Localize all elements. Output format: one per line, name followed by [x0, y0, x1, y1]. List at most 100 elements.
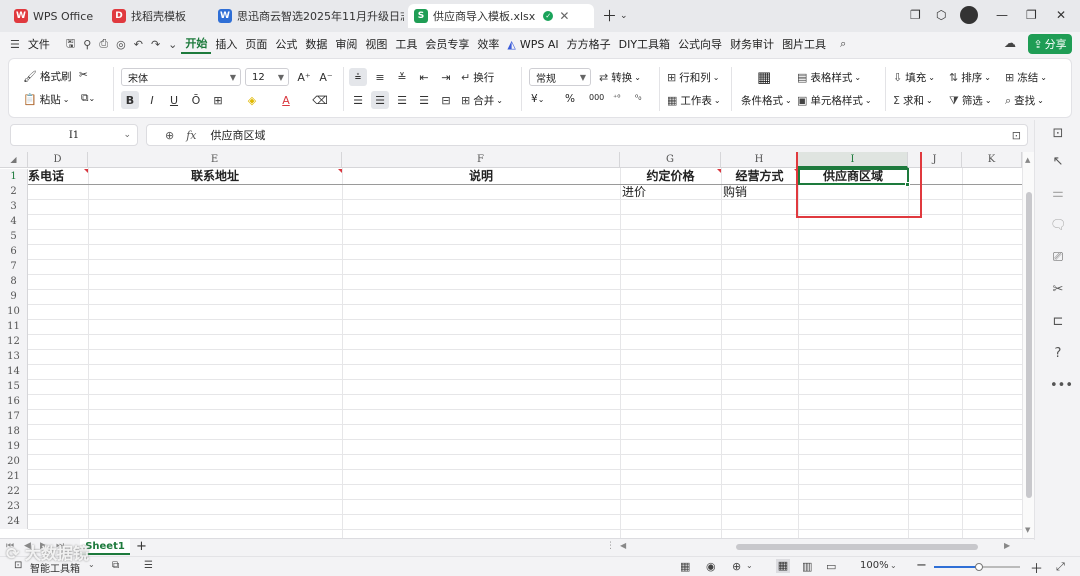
wrap-text-button[interactable]: ↵ 换行 [461, 70, 494, 85]
percent-format-button[interactable]: % [565, 93, 575, 105]
convert-button[interactable]: ⇄ 转换 ⌄ [599, 70, 641, 85]
font-color-icon[interactable]: A [277, 91, 295, 109]
cell-g2[interactable]: 进价 [620, 185, 646, 200]
row-header[interactable]: 6 [0, 244, 28, 259]
save-icon[interactable]: 🖫 [62, 35, 79, 54]
paste-button[interactable]: 📋 粘贴 ⌄ [23, 92, 69, 107]
row-header[interactable]: 17 [0, 409, 28, 424]
format-painter-button[interactable]: 🖌 格式刷 [23, 69, 71, 84]
indent-decrease-icon[interactable]: ⇤ [415, 68, 433, 86]
decimal-decrease-icon[interactable]: ⁰₀ [635, 93, 641, 102]
row-header[interactable]: 22 [0, 484, 28, 499]
menu-tools[interactable]: 工具 [391, 36, 421, 52]
splitter-icon[interactable]: ⋮ [606, 541, 615, 551]
cell-e1[interactable]: 联系地址 [88, 169, 342, 184]
sort-button[interactable]: ⇅ 排序 ⌄ [949, 70, 991, 85]
cut-icon[interactable]: ✂ [79, 69, 88, 81]
cloud-sync-icon[interactable]: ☁ [1004, 36, 1016, 50]
number-format-select[interactable]: 常规 ▼ [529, 68, 591, 86]
fx-icon[interactable]: fx [186, 129, 196, 142]
row-header[interactable]: 2 [0, 184, 28, 199]
menu-data[interactable]: 数据 [301, 36, 331, 52]
fill-color-icon[interactable]: ◈ [243, 91, 261, 109]
row-header[interactable]: 20 [0, 454, 28, 469]
col-header-f[interactable]: F [342, 152, 620, 168]
currency-format-button[interactable]: ¥ ⌄ [531, 93, 544, 105]
tab-supplier-template[interactable]: S 供应商导入模板.xlsx ✓ ✕ [408, 4, 594, 28]
col-header-g[interactable]: G [620, 152, 721, 168]
select-all-corner[interactable]: ◢ [0, 152, 28, 168]
formula-input-area[interactable]: ⊕ fx 供应商区域 ⊡ [146, 124, 1028, 146]
more-options-icon[interactable]: ••• [1050, 378, 1073, 394]
increase-font-icon[interactable]: A⁺ [295, 68, 313, 86]
menu-file[interactable]: 文件 [24, 36, 54, 52]
hamburger-icon[interactable]: ☰ [6, 38, 24, 51]
eye-protect-icon[interactable]: ◉ [706, 560, 716, 573]
sum-button[interactable]: Σ 求和 ⌄ [893, 93, 933, 108]
align-right-icon[interactable]: ☰ [393, 91, 411, 109]
fill-button[interactable]: ⇩ 填充 ⌄ [893, 70, 935, 85]
justify-icon[interactable]: ☰ [415, 91, 433, 109]
cell-d1[interactable]: 系电话 [28, 169, 88, 184]
row-header[interactable]: 7 [0, 259, 28, 274]
font-name-select[interactable]: 宋体 ▼ [121, 68, 241, 86]
zoom-in-icon[interactable]: ＋ [1030, 558, 1043, 576]
fullscreen-icon[interactable]: ⤢ [1056, 560, 1065, 574]
chevron-down-icon[interactable]: ⌄ [746, 561, 753, 570]
rows-cols-button[interactable]: ⊞ 行和列 ⌄ [667, 70, 719, 85]
strikethrough-button[interactable]: Ō [187, 91, 205, 109]
row-header[interactable]: 19 [0, 439, 28, 454]
menu-insert[interactable]: 插入 [211, 36, 241, 52]
menu-fangfang[interactable]: 方方格子 [563, 36, 615, 52]
menu-page[interactable]: 页面 [241, 36, 271, 52]
minimize-icon[interactable]: — [996, 8, 1008, 22]
cell-style-button[interactable]: ▣ 单元格样式 ⌄ [797, 93, 872, 108]
merge-button[interactable]: ⊞ 合并 ⌄ [461, 93, 503, 108]
table-style-button[interactable]: ▤ 表格样式 ⌄ [797, 70, 861, 85]
italic-button[interactable]: I [143, 91, 161, 109]
row-header[interactable]: 21 [0, 469, 28, 484]
table-view-icon[interactable]: ▦ [680, 560, 690, 573]
indent-increase-icon[interactable]: ⇥ [437, 68, 455, 86]
restore-tabs-icon[interactable]: ❐ [910, 8, 921, 22]
menu-formula[interactable]: 公式 [271, 36, 301, 52]
cell-g1[interactable]: 约定价格 [620, 169, 721, 184]
col-header-h[interactable]: H [721, 152, 798, 168]
comment-indicator-icon[interactable] [338, 169, 342, 173]
row-header[interactable]: 12 [0, 334, 28, 349]
page-break-view-icon[interactable]: ▥ [802, 560, 812, 573]
tab-wps-office[interactable]: W WPS Office [8, 4, 102, 28]
share-button[interactable]: ⇪ 分享 [1028, 34, 1072, 54]
row-header[interactable]: 4 [0, 214, 28, 229]
worksheet-button[interactable]: ▦ 工作表 ⌄ [667, 93, 721, 108]
menu-picture-tools[interactable]: 图片工具 [778, 36, 830, 52]
tab-upgrade-log-doc[interactable]: W 思迅商云智选2025年11月升级日志 [212, 4, 404, 28]
border-icon[interactable]: ⊞ [209, 91, 227, 109]
tools-icon[interactable]: ✂ [1050, 282, 1066, 298]
find-button[interactable]: ⌕ 查找 ⌄ [1005, 93, 1044, 108]
scroll-right-icon[interactable]: ▶ [1004, 541, 1010, 550]
copy-icon[interactable]: ⧉ ⌄ [81, 92, 95, 105]
more-chevron-icon[interactable]: ⌄ [164, 38, 181, 51]
cell-h1[interactable]: 经营方式 [721, 169, 798, 184]
tab-docer-templates[interactable]: D 找稻壳模板 [106, 4, 206, 28]
zoom-slider-knob[interactable] [975, 563, 983, 571]
clear-format-icon[interactable]: ⌫ [311, 91, 329, 109]
link-icon[interactable]: ⚲ [79, 38, 95, 51]
row-header[interactable]: 18 [0, 424, 28, 439]
row-header[interactable]: 13 [0, 349, 28, 364]
comment-indicator-icon[interactable] [84, 169, 88, 173]
bold-button[interactable]: B [121, 91, 139, 109]
comment-icon[interactable]: 🗨 [1050, 218, 1067, 234]
search-icon[interactable]: ⌕ [836, 37, 850, 51]
font-size-select[interactable]: 12 ▼ [245, 68, 289, 86]
row-header[interactable]: 5 [0, 229, 28, 244]
vertical-scrollbar[interactable]: ▲ ▼ [1022, 152, 1034, 538]
help-icon[interactable]: ? [1050, 346, 1066, 362]
decimal-increase-icon[interactable]: ⁺⁰ [613, 93, 620, 102]
avatar[interactable] [960, 6, 978, 24]
vertical-scroll-thumb[interactable] [1026, 192, 1032, 498]
filter-button[interactable]: ⧩ 筛选 ⌄ [949, 93, 992, 108]
formula-content[interactable]: 供应商区域 [211, 127, 266, 143]
row-header[interactable]: 11 [0, 319, 28, 334]
